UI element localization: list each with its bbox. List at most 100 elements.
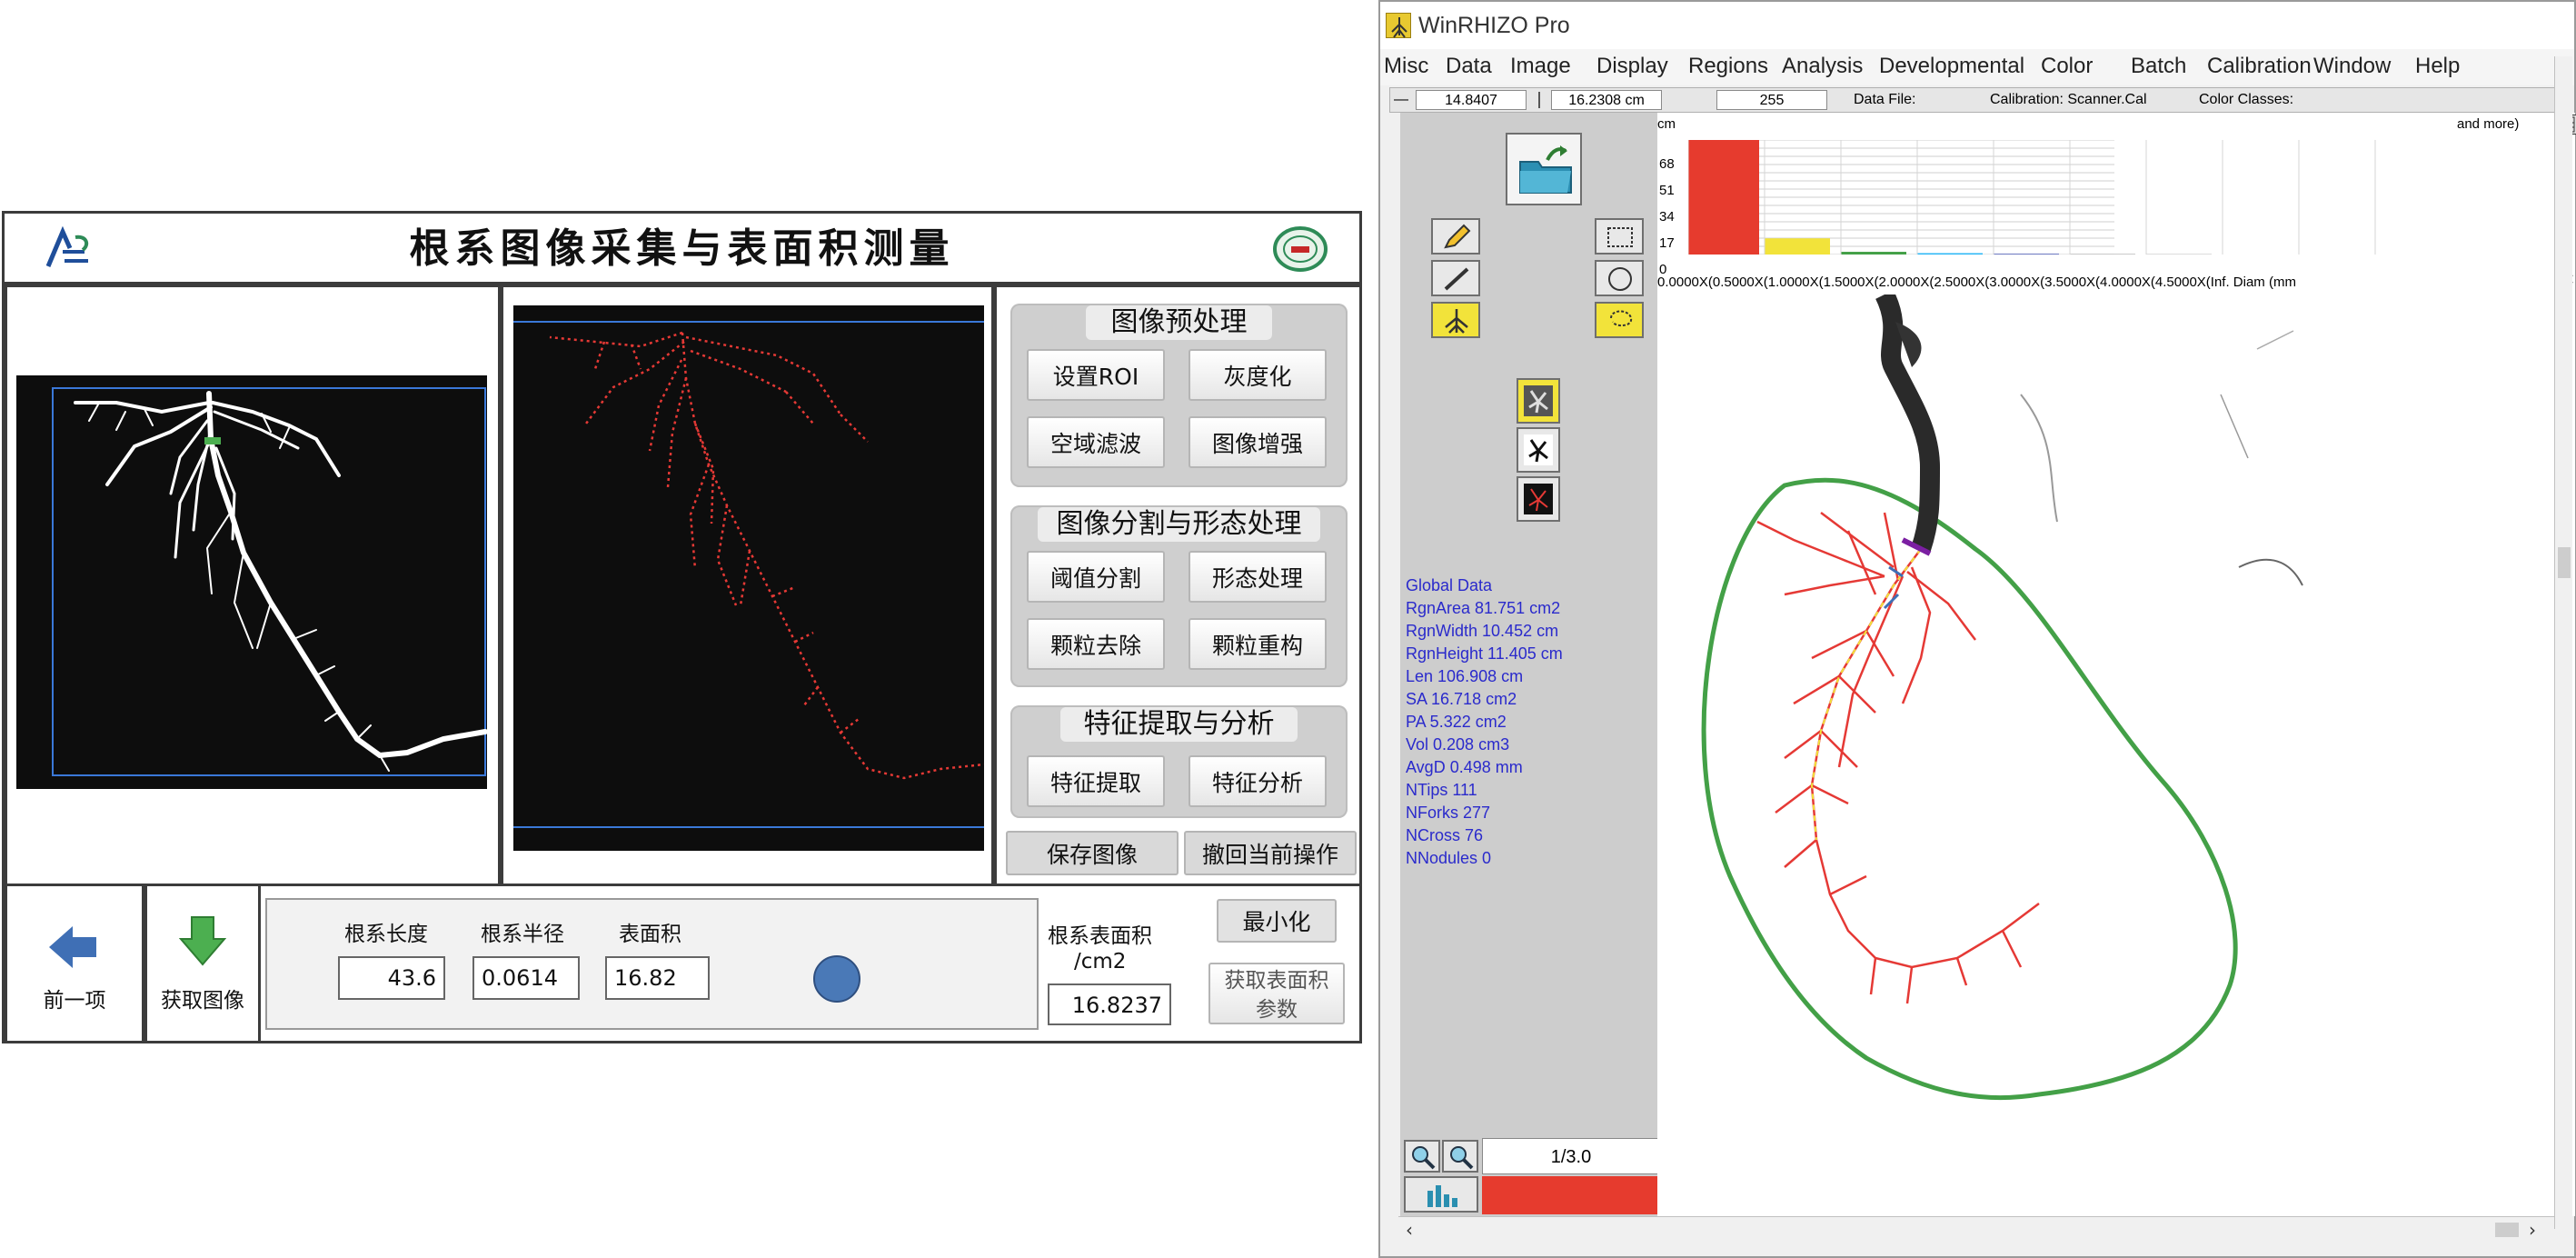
- save-image-button[interactable]: 保存图像: [1006, 831, 1179, 875]
- lasso-icon: [1606, 307, 1635, 334]
- menu-help[interactable]: Help: [2415, 49, 2460, 84]
- menu-developmental[interactable]: Developmental: [1879, 49, 2024, 84]
- pencil-tool-button[interactable]: [1431, 218, 1480, 255]
- measurement-panel: 根系长度 43.6 根系半径 0.0614 表面积 16.82: [265, 898, 1039, 1030]
- undo-button[interactable]: 撤回当前操作: [1184, 831, 1357, 875]
- zoom-in-icon: [1409, 1143, 1437, 1171]
- menu-analysis[interactable]: Analysis: [1782, 49, 1863, 84]
- view-analysis-button[interactable]: [1517, 476, 1560, 522]
- horizontal-scrollbar[interactable]: ‹ ›: [1398, 1216, 2554, 1242]
- toolbar-dash: —: [1394, 92, 1408, 107]
- morphology-button[interactable]: 形态处理: [1189, 551, 1327, 603]
- control-panel: 图像预处理 设置ROI 灰度化 空域滤波 图像增强 图像分割与形态处理 阈值分割…: [994, 285, 1362, 886]
- histogram-y-tick: 51: [1659, 183, 1675, 198]
- view-original-button[interactable]: [1517, 378, 1560, 424]
- toolbar: — 14.8407 16.2308 cm 255 Data File: Cali…: [1389, 87, 2571, 113]
- threshold-segment-button[interactable]: 阈值分割: [1027, 551, 1165, 603]
- root-radius-label: 根系半径: [481, 923, 564, 946]
- threshold-field[interactable]: 255: [1716, 90, 1827, 110]
- root-surface-unit: /cm2: [1074, 950, 1127, 973]
- histogram-y-tick: 68: [1659, 156, 1675, 172]
- tool-panel: Global Data RgnArea 81.751 cm2 RgnWidth 1…: [1400, 113, 1670, 1222]
- binary-thumb-icon: [1524, 434, 1553, 465]
- root-length-field[interactable]: 43.6: [338, 956, 445, 1000]
- original-image-panel: [5, 285, 501, 886]
- menu-color[interactable]: Color: [2041, 49, 2093, 84]
- acquire-image-button[interactable]: 获取图像: [147, 886, 258, 1041]
- menu-display[interactable]: Display: [1596, 49, 1668, 84]
- lasso-region-button[interactable]: [1595, 302, 1644, 338]
- particle-reconstruct-button[interactable]: 颗粒重构: [1189, 618, 1327, 670]
- vertical-scroll-thumb[interactable]: [2558, 547, 2571, 578]
- open-folder-button[interactable]: [1506, 133, 1582, 205]
- grayscale-button[interactable]: 灰度化: [1189, 349, 1327, 401]
- original-root-image: [16, 375, 488, 789]
- global-data-title: Global Data: [1406, 576, 1493, 594]
- global-data-line: NNodules 0: [1406, 849, 1492, 867]
- prev-panel: 前一项: [5, 884, 144, 1043]
- histogram-icon: [1424, 1182, 1460, 1209]
- scroll-right-arrow-icon[interactable]: ›: [2529, 1219, 2536, 1241]
- menu-misc[interactable]: Misc: [1384, 49, 1428, 84]
- global-data-line: RgnHeight 11.405 cm: [1406, 644, 1563, 663]
- ellipse-region-button[interactable]: [1595, 260, 1644, 296]
- histogram-view-button[interactable]: [1404, 1176, 1478, 1213]
- image-enhance-button[interactable]: 图像增强: [1189, 416, 1327, 468]
- menu-bar: Misc Data Image Display Regions Analysis Devel…: [1380, 49, 2574, 85]
- histogram-unit: cm: [1657, 116, 1676, 132]
- prev-button[interactable]: 前一项: [7, 886, 142, 1041]
- global-data-line: RgnArea 81.751 cm2: [1406, 599, 1561, 617]
- particle-remove-button[interactable]: 颗粒去除: [1027, 618, 1165, 670]
- status-bar: [1482, 1176, 1660, 1214]
- root-radius-field[interactable]: 0.0614: [472, 956, 580, 1000]
- menu-window[interactable]: Window: [2313, 49, 2391, 84]
- global-data-line: PA 5.322 cm2: [1406, 713, 1507, 731]
- acquire-panel: 获取图像: [144, 884, 261, 1043]
- histogram-panel: cm and more) 68 51 34 17 0 0.0000X(0.5000X(1…: [1657, 113, 2576, 295]
- global-data-line: Vol 0.208 cm3: [1406, 735, 1510, 754]
- minimize-button[interactable]: 最小化: [1217, 899, 1337, 943]
- menu-batch[interactable]: Batch: [2131, 49, 2186, 84]
- histogram-x-labels: 0.0000X(0.5000X(1.0000X(1.5000X(2.0000X(…: [1657, 275, 2296, 290]
- toolbar-separator: [1538, 92, 1540, 108]
- set-roi-button[interactable]: 设置ROI: [1027, 349, 1165, 401]
- menu-regions[interactable]: Regions: [1688, 49, 1768, 84]
- root-surface-field[interactable]: 16.8237: [1048, 983, 1171, 1025]
- root-surface-label: 根系表面积: [1048, 924, 1152, 948]
- vertical-scrollbar[interactable]: [2554, 56, 2572, 1229]
- get-params-button[interactable]: 获取表面积 参数: [1208, 963, 1345, 1024]
- menu-image[interactable]: Image: [1510, 49, 1571, 84]
- folder-icon: [1517, 144, 1575, 196]
- root-tool-button[interactable]: [1431, 302, 1480, 338]
- line-tool-button[interactable]: [1431, 260, 1480, 296]
- horizontal-scroll-thumb[interactable]: [2495, 1223, 2519, 1237]
- color-classes-label: Color Classes:: [2199, 92, 2294, 107]
- winrhizo-window: WinRHIZO Pro Misc Data Image Display Regions…: [1378, 0, 2576, 1258]
- root-analysis-window: 根系图像采集与表面积测量 图像预处理 设置ROI 灰度化 空域滤波 图像增强 图…: [2, 211, 1362, 1043]
- status-indicator: [813, 955, 860, 1003]
- rect-region-button[interactable]: [1595, 218, 1644, 255]
- app-icon: [1386, 13, 1411, 38]
- features-group-title: 特征提取与分析: [1060, 707, 1298, 742]
- spatial-filter-button[interactable]: 空域滤波: [1027, 416, 1165, 468]
- scroll-left-arrow-icon[interactable]: ‹: [1406, 1219, 1413, 1241]
- segmentation-group: 图像分割与形态处理 阈值分割 形态处理 颗粒去除 颗粒重构: [1010, 505, 1348, 687]
- global-data-line: SA 16.718 cm2: [1406, 690, 1517, 708]
- menu-calibration[interactable]: Calibration: [2207, 49, 2312, 84]
- feature-extract-button[interactable]: 特征提取: [1027, 755, 1165, 807]
- surface-area-field[interactable]: 16.82: [605, 956, 710, 1000]
- processed-image-panel: [501, 285, 994, 886]
- download-arrow-icon: [178, 915, 227, 968]
- global-data-list: Global Data RgnArea 81.751 cm2 RgnWidth 1…: [1406, 574, 1669, 870]
- global-data-line: Len 106.908 cm: [1406, 667, 1524, 685]
- view-binary-button[interactable]: [1517, 427, 1560, 473]
- app-title: 根系图像采集与表面积测量: [409, 225, 955, 272]
- global-data-line: NForks 277: [1406, 804, 1491, 822]
- menu-data[interactable]: Data: [1446, 49, 1492, 84]
- zoom-in-button[interactable]: [1404, 1140, 1440, 1173]
- feature-analysis-button[interactable]: 特征分析: [1189, 755, 1327, 807]
- institute-logo: [39, 225, 97, 272]
- zoom-out-button[interactable]: [1442, 1140, 1478, 1173]
- window-title: WinRHIZO Pro: [1418, 13, 1570, 38]
- rectangle-icon: [1606, 225, 1635, 249]
